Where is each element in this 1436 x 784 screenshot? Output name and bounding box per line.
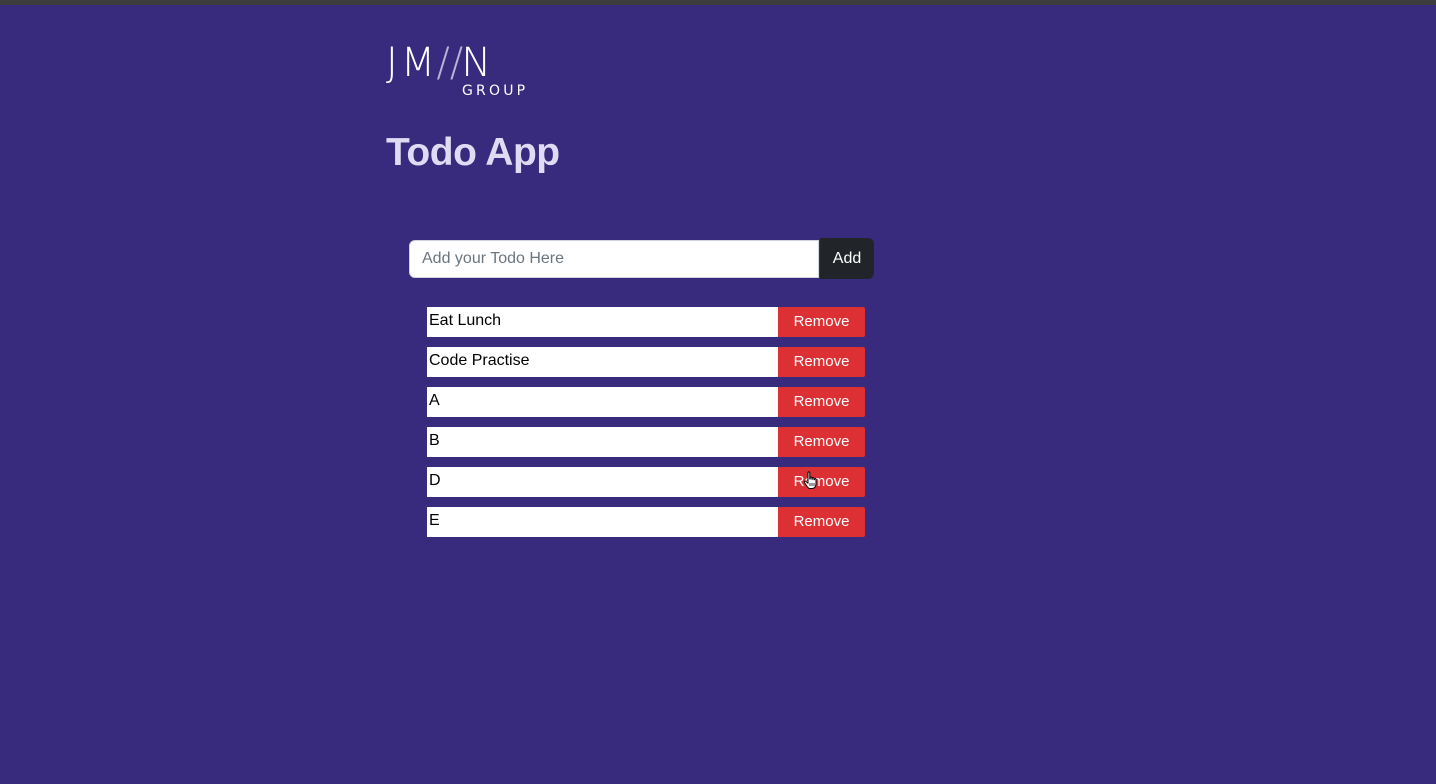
add-button[interactable]: Add (820, 238, 874, 279)
todo-item: D Remove (427, 467, 867, 497)
logo-wordmark-left: JM (386, 40, 439, 86)
remove-button[interactable]: Remove (778, 467, 865, 497)
todo-text: A (427, 387, 778, 417)
todo-text: E (427, 507, 778, 537)
todo-item: Eat Lunch Remove (427, 307, 867, 337)
logo-wordmark-slash: // (436, 40, 464, 86)
todo-text: B (427, 427, 778, 457)
logo-wordmark-right: N (461, 40, 495, 86)
todo-item: A Remove (427, 387, 867, 417)
todo-item: B Remove (427, 427, 867, 457)
page-title: Todo App (386, 131, 560, 174)
add-todo-form: Add (409, 238, 875, 279)
page-background: JM//N GROUP Todo App Add Eat Lunch Remov… (0, 5, 1436, 784)
todo-text: Code Practise (427, 347, 778, 377)
remove-button[interactable]: Remove (778, 347, 865, 377)
jman-group-logo: JM//N GROUP (386, 43, 546, 101)
todo-item: Code Practise Remove (427, 347, 867, 377)
todo-text: D (427, 467, 778, 497)
todo-item: E Remove (427, 507, 867, 537)
logo-subtitle: GROUP (462, 83, 529, 99)
remove-button[interactable]: Remove (778, 387, 865, 417)
remove-button[interactable]: Remove (778, 507, 865, 537)
todo-list: Eat Lunch Remove Code Practise Remove A … (427, 307, 867, 547)
remove-button[interactable]: Remove (778, 307, 865, 337)
remove-button[interactable]: Remove (778, 427, 865, 457)
logo-wordmark: JM//N (386, 43, 494, 83)
todo-input[interactable] (409, 240, 819, 278)
todo-text: Eat Lunch (427, 307, 778, 337)
